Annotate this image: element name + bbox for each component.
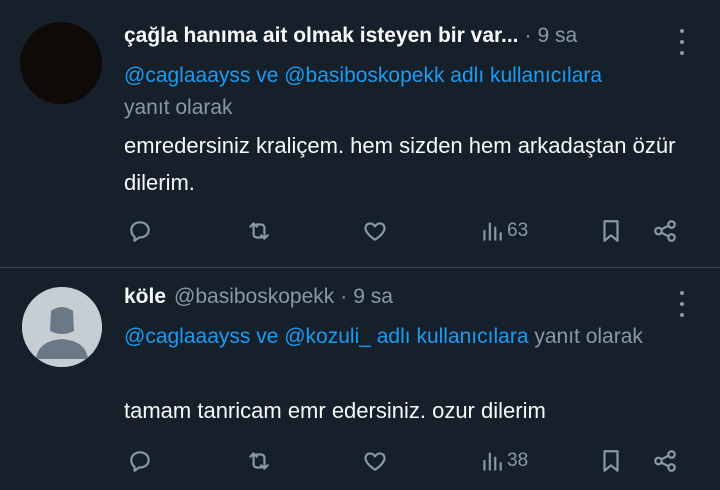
reply-icon	[130, 221, 150, 242]
tweet-header: çağla hanıma ait olmak isteyen bir var..…	[124, 24, 577, 48]
default-person-icon	[22, 287, 102, 367]
reply-button[interactable]	[127, 214, 153, 248]
bookmark-icon	[603, 450, 619, 472]
retweet-icon	[249, 452, 269, 470]
timestamp[interactable]: 9 sa	[538, 24, 578, 48]
share-button[interactable]	[652, 444, 678, 478]
more-icon[interactable]	[672, 291, 692, 317]
share-icon	[654, 450, 676, 472]
views-count: 63	[507, 220, 529, 241]
views-count: 38	[507, 450, 529, 471]
like-icon	[364, 222, 386, 241]
retweet-button[interactable]	[246, 444, 272, 478]
separator-dot: ·	[340, 285, 348, 308]
reply-icon	[130, 451, 150, 472]
tweet-text: tamam tanricam emr edersiniz. ozur diler…	[124, 398, 546, 423]
like-icon	[364, 452, 386, 471]
avatar[interactable]	[22, 287, 102, 367]
retweet-icon	[249, 222, 269, 240]
timestamp[interactable]: 9 sa	[353, 285, 393, 309]
like-button[interactable]	[362, 444, 388, 478]
retweet-button[interactable]	[246, 214, 272, 248]
reply-context: @caglaaayss ve @basiboskopekk adlı kulla…	[124, 60, 694, 124]
bookmark-button[interactable]	[598, 444, 624, 478]
views-icon	[483, 222, 502, 241]
tweet[interactable]: köle @basiboskopekk · 9 sa @caglaaayss v…	[0, 268, 720, 490]
share-icon	[654, 220, 676, 242]
share-button[interactable]	[652, 214, 678, 248]
reply-suffix: yanıt olarak	[124, 96, 233, 119]
reply-context: @caglaaayss ve @kozuli_ adlı kullanıcıla…	[124, 321, 694, 353]
tweet-actions: 38	[0, 444, 720, 478]
bookmark-button[interactable]	[598, 214, 624, 248]
bookmark-icon	[603, 220, 619, 242]
avatar[interactable]	[20, 22, 102, 104]
views-button[interactable]: 63	[479, 214, 528, 248]
views-icon	[483, 452, 502, 471]
like-button[interactable]	[362, 214, 388, 248]
tweet-text: emredersiniz kraliçem. hem sizden hem ar…	[124, 133, 676, 195]
views-button[interactable]: 38	[479, 444, 528, 478]
author-name[interactable]: çağla hanıma ait olmak isteyen bir var..…	[124, 24, 519, 48]
reply-button[interactable]	[127, 444, 153, 478]
separator-dot: ·	[524, 24, 532, 47]
reply-suffix: yanıt olarak	[534, 325, 643, 348]
reply-mentions-link[interactable]: @caglaaayss ve @kozuli_ adlı kullanıcıla…	[124, 325, 529, 348]
tweet-header: köle @basiboskopekk · 9 sa	[124, 285, 393, 309]
author-name[interactable]: köle	[124, 285, 166, 309]
author-handle[interactable]: @basiboskopekk	[174, 285, 334, 309]
more-icon[interactable]	[672, 29, 692, 55]
tweet-actions: 63	[0, 214, 720, 248]
tweet[interactable]: çağla hanıma ait olmak isteyen bir var..…	[0, 0, 720, 268]
reply-mentions-link[interactable]: @caglaaayss ve @basiboskopekk adlı kulla…	[124, 64, 602, 87]
